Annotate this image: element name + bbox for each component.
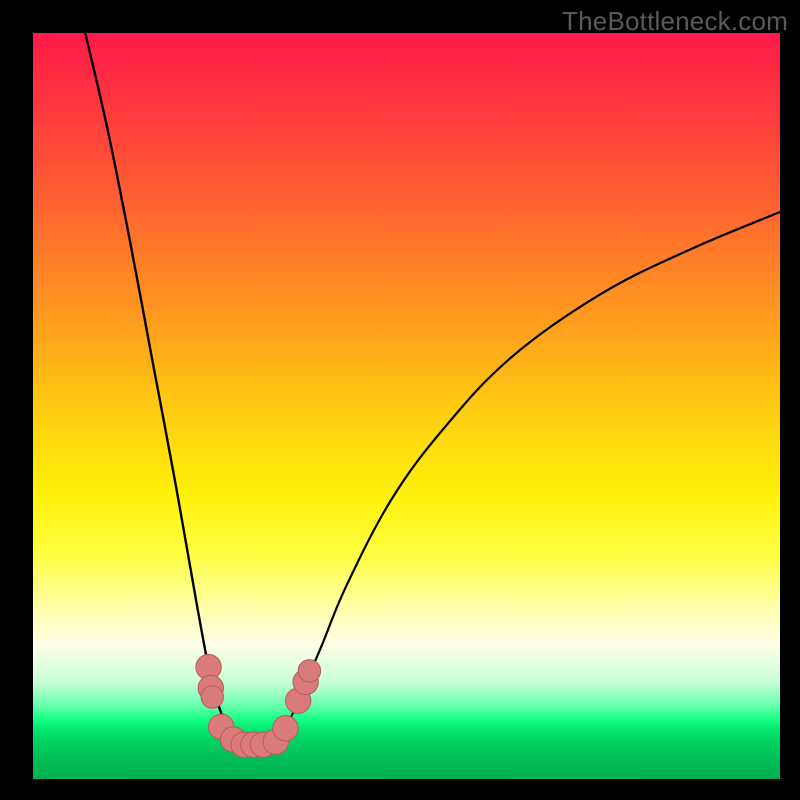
watermark-text: TheBottleneck.com (562, 6, 788, 37)
chart-svg (33, 33, 780, 779)
curve-right-branch (242, 212, 780, 745)
data-marker (201, 686, 223, 708)
curve-left-branch (85, 33, 242, 745)
data-markers (196, 654, 321, 757)
outer-frame: TheBottleneck.com (0, 0, 800, 800)
plot-area (33, 33, 780, 779)
data-marker (273, 716, 298, 741)
data-marker (298, 660, 320, 682)
